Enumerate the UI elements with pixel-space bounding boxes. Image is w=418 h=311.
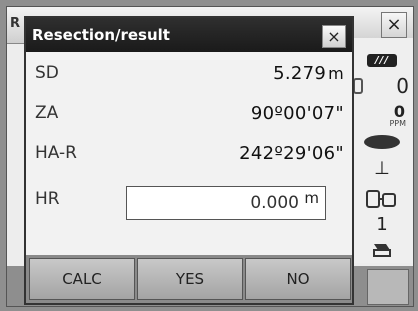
sd-unit: m [328,64,344,83]
no-button[interactable]: NO [245,258,351,300]
tilt-indicator: ⊥ [351,158,413,179]
za-value: 90º00'07" [250,103,344,124]
sd-row: SD 5.279 m [26,60,352,90]
dialog-body: SD 5.279 m ZA 90º00'07" HA-R 242º29'06" H… [26,52,352,255]
prism-icon [353,78,363,94]
hr-value: 0.000 [250,193,299,213]
target-mode-indicator [351,134,413,153]
tilt-icon: ⊥ [374,158,390,179]
dialog-titlebar: Resection/result × [26,18,352,52]
calc-button[interactable]: CALC [29,258,135,300]
battery-indicator: /// [351,48,413,67]
sd-value: 5.279 [273,63,327,84]
ha-r-value: 242º29'06" [239,143,344,164]
hr-unit: m [304,189,319,207]
sd-value-group: 5.279 m [273,63,344,84]
ppm-indicator: 0 PPM [351,102,413,130]
resection-result-dialog: Resection/result × SD 5.279 m ZA 90º00'07… [24,16,354,305]
input-mode-value: 1 [376,214,388,235]
background-close-button[interactable]: × [381,12,407,38]
input-mode-indicator: 1 [351,214,413,235]
hr-input[interactable]: 0.000 m [126,186,326,220]
dialog-title: Resection/result [32,26,170,44]
background-title: R [10,16,21,31]
background-softkey [367,269,409,305]
za-row: ZA 90º00'07" [26,100,352,130]
communication-icon [366,190,396,208]
memory-indicator [351,240,413,262]
ha-r-row: HA-R 242º29'06" [26,140,352,170]
sd-label: SD [35,63,59,83]
ha-r-label: HA-R [35,143,77,163]
prism-constant-indicator: 0 [351,74,413,100]
softkey-bar: CALC YES NO [26,255,352,303]
memory-icon [373,244,391,257]
hr-label: HR [35,189,60,209]
laser-icon [364,135,400,149]
dialog-close-button[interactable]: × [322,25,346,48]
hr-row: HR 0.000 m [26,186,352,220]
prism-constant-value: 0 [396,74,409,98]
yes-button[interactable]: YES [137,258,243,300]
battery-icon: /// [367,54,397,67]
communication-indicator [351,188,413,215]
status-panel: /// 0 0 PPM ⊥ 1 [350,38,413,263]
ppm-unit: PPM [389,119,406,128]
za-label: ZA [35,103,59,123]
